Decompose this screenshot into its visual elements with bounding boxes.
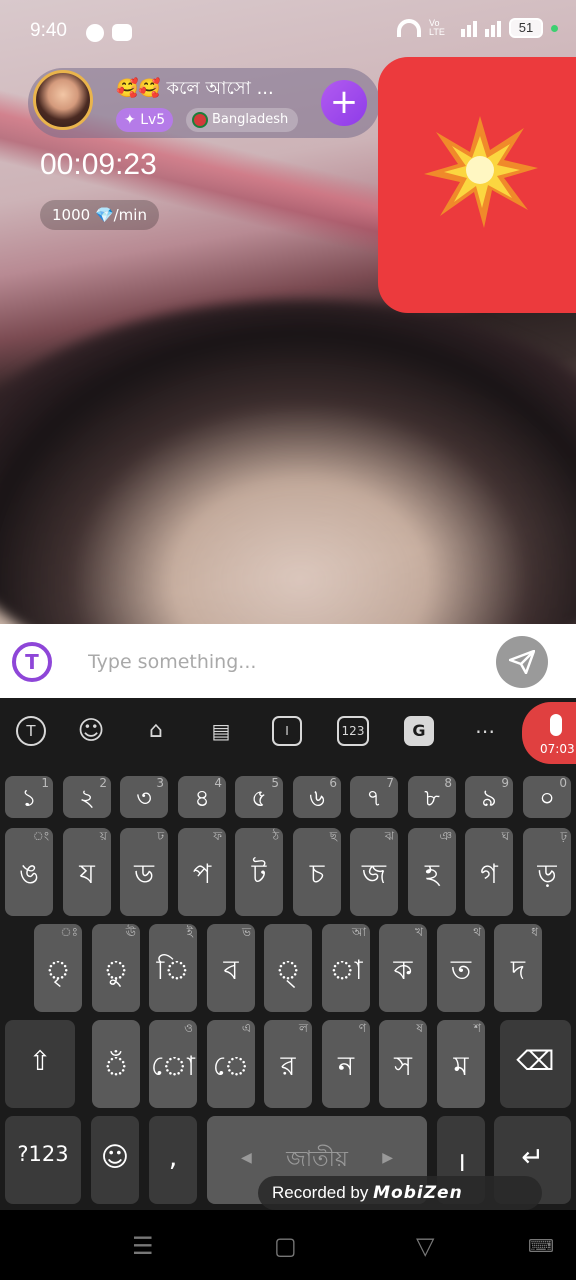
key-letter[interactable]: ধদ bbox=[494, 924, 542, 1012]
key-2[interactable]: 2২ bbox=[63, 776, 111, 818]
key-7[interactable]: 7৭ bbox=[350, 776, 398, 818]
key-letter[interactable]: ং ঙ bbox=[5, 828, 53, 916]
text-edit-icon[interactable]: I bbox=[272, 716, 302, 746]
keyboard-toolbar: T ☺ ⌂ ▤ I 123 G ⋯ 07:03 bbox=[0, 698, 576, 764]
messenger-icon bbox=[86, 24, 104, 42]
mic-record-button[interactable]: 07:03 bbox=[522, 702, 576, 764]
send-icon bbox=[509, 650, 535, 674]
chat-input-bar: T bbox=[0, 624, 576, 698]
system-nav-bar: ☰ ▢ ▽ ⌨ bbox=[0, 1210, 576, 1280]
country-label: Bangladesh bbox=[212, 112, 289, 127]
message-input[interactable] bbox=[88, 644, 468, 680]
key-letter[interactable]: ঞহ bbox=[408, 828, 456, 916]
follow-button[interactable]: + bbox=[321, 80, 367, 126]
key-letter[interactable]: ঝজ bbox=[350, 828, 398, 916]
key-0[interactable]: 0০ bbox=[523, 776, 571, 818]
collision-icon bbox=[424, 116, 538, 228]
local-preview-tile[interactable] bbox=[378, 57, 576, 313]
key-letter[interactable]: ওো bbox=[149, 1020, 197, 1108]
recording-watermark: Recorded by MobiZen bbox=[258, 1176, 542, 1210]
send-button[interactable] bbox=[496, 636, 548, 688]
wifi-icon bbox=[397, 19, 421, 37]
status-time: 9:40 bbox=[30, 20, 67, 41]
call-timer: 00:09:23 bbox=[40, 148, 157, 181]
key-letter[interactable]: ঃৃ bbox=[34, 924, 82, 1012]
key-letter[interactable]: লর bbox=[264, 1020, 312, 1108]
volte-label: Vo LTE bbox=[429, 18, 445, 37]
home-icon[interactable]: ▢ bbox=[274, 1232, 297, 1260]
key-letter[interactable]: ঢ় ড় bbox=[523, 828, 571, 916]
level-label: Lv5 bbox=[140, 112, 166, 128]
status-right-icons: Vo LTE 51 bbox=[397, 18, 558, 38]
key-6[interactable]: 6৬ bbox=[293, 776, 341, 818]
key-letter[interactable]: ঢড bbox=[120, 828, 168, 916]
key-letter[interactable]: য় য bbox=[63, 828, 111, 916]
key-letter[interactable]: শম bbox=[437, 1020, 485, 1108]
back-icon[interactable]: ▽ bbox=[416, 1232, 434, 1260]
key-4[interactable]: 4৪ bbox=[178, 776, 226, 818]
signal-icon-2 bbox=[485, 19, 501, 37]
key-letter[interactable]: ঘগ bbox=[465, 828, 513, 916]
backspace-key[interactable]: ⌫ bbox=[500, 1020, 571, 1108]
comma-key[interactable]: , bbox=[149, 1116, 197, 1204]
watermark-brand: MobiZen bbox=[373, 1183, 463, 1203]
gif-icon[interactable]: G bbox=[404, 716, 434, 746]
key-letter[interactable]: ঊু bbox=[92, 924, 140, 1012]
shift-key[interactable]: ⇧ bbox=[5, 1020, 75, 1108]
key-3[interactable]: 3৩ bbox=[120, 776, 168, 818]
key-letter[interactable]: এে bbox=[207, 1020, 255, 1108]
video-subject bbox=[0, 300, 576, 624]
avatar[interactable] bbox=[33, 70, 93, 130]
key-letter[interactable]: ্ bbox=[264, 924, 312, 1012]
mic-icon bbox=[550, 714, 562, 736]
emoji-icon[interactable]: ☺ bbox=[76, 716, 106, 746]
emoji-key[interactable]: ☺ bbox=[91, 1116, 139, 1204]
battery-icon: 51 bbox=[509, 18, 543, 38]
key-letter[interactable]: ভব bbox=[207, 924, 255, 1012]
call-rate: 1000 💎/min bbox=[40, 200, 159, 230]
keyboard: T ☺ ⌂ ▤ I 123 G ⋯ 07:03 1১ 2২ 3৩ 4৪ 5৫ 6… bbox=[0, 698, 576, 1210]
right-arrow-icon: ▶ bbox=[382, 1150, 393, 1166]
key-letter[interactable]: থত bbox=[437, 924, 485, 1012]
key-letter[interactable]: ফপ bbox=[178, 828, 226, 916]
symbols-key[interactable]: ?123 bbox=[5, 1116, 81, 1204]
key-letter[interactable]: ইি bbox=[149, 924, 197, 1012]
key-letter[interactable]: ণন bbox=[322, 1020, 370, 1108]
key-letter[interactable]: ষস bbox=[379, 1020, 427, 1108]
key-8[interactable]: 8৮ bbox=[408, 776, 456, 818]
watermark-prefix: Recorded by bbox=[272, 1183, 369, 1202]
youtube-icon bbox=[112, 24, 132, 41]
privacy-dot-icon bbox=[551, 24, 558, 32]
translate-icon[interactable]: T bbox=[16, 716, 46, 746]
numpad-icon[interactable]: 123 bbox=[337, 716, 369, 746]
store-icon[interactable]: ⌂ bbox=[141, 716, 171, 746]
key-9[interactable]: 9৯ bbox=[465, 776, 513, 818]
clipboard-icon[interactable]: ▤ bbox=[206, 716, 236, 746]
record-time: 07:03 bbox=[540, 742, 575, 756]
keyboard-switch-icon[interactable]: ⌨ bbox=[528, 1236, 554, 1257]
signal-icon bbox=[461, 19, 477, 37]
caller-card[interactable]: 🥰🥰 কলে আসো ... ✦ Lv5 Bangladesh + bbox=[28, 68, 380, 138]
translate-icon[interactable]: T bbox=[12, 642, 52, 682]
key-1[interactable]: 1১ bbox=[5, 776, 53, 818]
more-icon[interactable]: ⋯ bbox=[470, 716, 500, 746]
level-badge: ✦ Lv5 bbox=[116, 108, 174, 132]
key-letter[interactable]: আা bbox=[322, 924, 370, 1012]
key-letter[interactable]: ছচ bbox=[293, 828, 341, 916]
key-letter[interactable]: ঁ bbox=[92, 1020, 140, 1108]
bangladesh-flag-icon bbox=[194, 114, 206, 126]
key-5[interactable]: 5৫ bbox=[235, 776, 283, 818]
caller-name: 🥰🥰 কলে আসো ... bbox=[116, 78, 274, 99]
status-bar: 9:40 Vo LTE 51 bbox=[0, 0, 576, 64]
key-letter[interactable]: ঠট bbox=[235, 828, 283, 916]
key-letter[interactable]: খক bbox=[379, 924, 427, 1012]
recent-apps-icon[interactable]: ☰ bbox=[132, 1232, 154, 1260]
country-badge: Bangladesh bbox=[186, 108, 299, 132]
